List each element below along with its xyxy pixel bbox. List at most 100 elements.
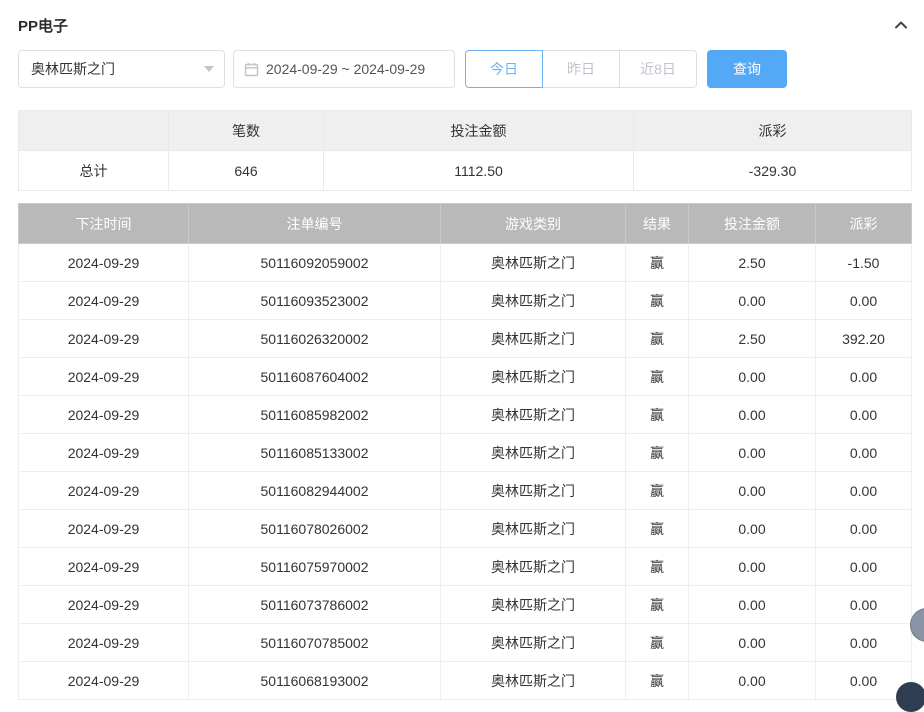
result-cell: 赢 <box>625 433 689 472</box>
game-type-cell: 奥林匹斯之门 <box>440 433 626 472</box>
game-type-cell: 奥林匹斯之门 <box>440 585 626 624</box>
bet-amount-cell: 0.00 <box>688 585 816 624</box>
bet-time-cell: 2024-09-29 <box>18 585 189 624</box>
quick-button-last8days[interactable]: 近8日 <box>619 50 697 88</box>
table-row: 2024-09-29 50116073786002 奥林匹斯之门赢 0.00 0.00 <box>18 585 912 624</box>
bet-table-body: 2024-09-29 50116092059002 奥林匹斯之门赢 2.50 -1.50… <box>18 243 912 700</box>
bet-records-table: 下注时间 注单编号 游戏类别 结果 投注金额 派彩 2024-09-29 5011… <box>18 203 912 700</box>
table-row: 2024-09-29 50116085982002 奥林匹斯之门赢 0.00 0.00 <box>18 395 912 434</box>
bet-time-cell: 2024-09-29 <box>18 281 189 320</box>
bet-time-cell: 2024-09-29 <box>18 243 189 282</box>
summary-total-label: 总计 <box>18 150 169 191</box>
summary-count-value: 646 <box>168 150 324 191</box>
chevron-down-icon <box>204 66 214 72</box>
table-row: 2024-09-29 50116078026002 奥林匹斯之门赢 0.00 0.00 <box>18 509 912 548</box>
summary-total-row: 总计 646 1112.50 -329.30 <box>18 150 912 191</box>
quick-button-today[interactable]: 今日 <box>465 50 543 88</box>
table-row: 2024-09-29 50116070785002 奥林匹斯之门赢 0.00 0.00 <box>18 623 912 662</box>
order-no-cell: 50116085982002 <box>188 395 441 434</box>
summary-header-row: 笔数 投注金额 派彩 <box>18 110 912 151</box>
bet-time-cell: 2024-09-29 <box>18 547 189 586</box>
bet-amount-cell: 2.50 <box>688 319 816 358</box>
table-header-row: 下注时间 注单编号 游戏类别 结果 投注金额 派彩 <box>18 203 912 244</box>
header-bet-amount: 投注金额 <box>688 203 816 244</box>
summary-header-payout: 派彩 <box>633 110 912 151</box>
bet-amount-cell: 0.00 <box>688 471 816 510</box>
order-no-cell: 50116026320002 <box>188 319 441 358</box>
bet-time-cell: 2024-09-29 <box>18 357 189 396</box>
order-no-cell: 50116085133002 <box>188 433 441 472</box>
bet-amount-cell: 0.00 <box>688 433 816 472</box>
bet-amount-cell: 2.50 <box>688 243 816 282</box>
payout-cell: 0.00 <box>815 395 912 434</box>
result-cell: 赢 <box>625 547 689 586</box>
game-type-cell: 奥林匹斯之门 <box>440 471 626 510</box>
game-type-cell: 奥林匹斯之门 <box>440 623 626 662</box>
game-select[interactable]: 奥林匹斯之门 <box>18 50 225 88</box>
game-type-cell: 奥林匹斯之门 <box>440 357 626 396</box>
game-type-cell: 奥林匹斯之门 <box>440 281 626 320</box>
table-row: 2024-09-29 50116093523002 奥林匹斯之门赢 0.00 0.00 <box>18 281 912 320</box>
date-range-picker[interactable]: 2024-09-29 ~ 2024-09-29 <box>233 50 455 88</box>
result-cell: 赢 <box>625 357 689 396</box>
payout-cell: 0.00 <box>815 281 912 320</box>
game-type-cell: 奥林匹斯之门 <box>440 509 626 548</box>
table-row: 2024-09-29 50116068193002 奥林匹斯之门赢 0.00 0.00 <box>18 661 912 700</box>
table-row: 2024-09-29 50116082944002 奥林匹斯之门赢 0.00 0.00 <box>18 471 912 510</box>
result-cell: 赢 <box>625 471 689 510</box>
game-type-cell: 奥林匹斯之门 <box>440 395 626 434</box>
result-cell: 赢 <box>625 243 689 282</box>
page-root: PP电子 奥林匹斯之门 2024-09-29 ~ 2024-09-29 今日 昨… <box>0 0 924 700</box>
order-no-cell: 50116093523002 <box>188 281 441 320</box>
payout-cell: 0.00 <box>815 433 912 472</box>
order-no-cell: 50116082944002 <box>188 471 441 510</box>
header-bet-time: 下注时间 <box>18 203 189 244</box>
table-row: 2024-09-29 50116075970002 奥林匹斯之门赢 0.00 0.00 <box>18 547 912 586</box>
payout-cell: 0.00 <box>815 547 912 586</box>
result-cell: 赢 <box>625 281 689 320</box>
payout-cell: 0.00 <box>815 471 912 510</box>
summary-header-empty <box>18 110 169 151</box>
query-button[interactable]: 查询 <box>707 50 787 88</box>
result-cell: 赢 <box>625 319 689 358</box>
result-cell: 赢 <box>625 623 689 662</box>
summary-payout: -329.30 <box>633 150 912 191</box>
filter-bar: 奥林匹斯之门 2024-09-29 ~ 2024-09-29 今日 昨日 近8日… <box>18 50 911 88</box>
quick-range-group: 今日 昨日 近8日 <box>465 50 697 88</box>
result-cell: 赢 <box>625 661 689 700</box>
header-payout: 派彩 <box>815 203 912 244</box>
header-result: 结果 <box>625 203 689 244</box>
quick-button-yesterday[interactable]: 昨日 <box>542 50 620 88</box>
floating-corner-button[interactable] <box>896 682 924 712</box>
page-title: PP电子 <box>18 17 69 35</box>
order-no-cell: 50116092059002 <box>188 243 441 282</box>
header-game-type: 游戏类别 <box>440 203 626 244</box>
bet-time-cell: 2024-09-29 <box>18 661 189 700</box>
game-select-value: 奥林匹斯之门 <box>31 61 115 77</box>
payout-cell: 0.00 <box>815 509 912 548</box>
date-range-value: 2024-09-29 ~ 2024-09-29 <box>266 61 426 77</box>
summary-header-count: 笔数 <box>168 110 324 151</box>
order-no-cell: 50116070785002 <box>188 623 441 662</box>
order-no-cell: 50116073786002 <box>188 585 441 624</box>
payout-cell: 392.20 <box>815 319 912 358</box>
collapse-chevron-up-icon[interactable] <box>891 15 911 35</box>
calendar-icon <box>244 62 259 77</box>
order-no-cell: 50116068193002 <box>188 661 441 700</box>
bet-amount-cell: 0.00 <box>688 547 816 586</box>
header-order-no: 注单编号 <box>188 203 441 244</box>
bet-amount-cell: 0.00 <box>688 357 816 396</box>
section-header: PP电子 <box>18 12 911 38</box>
result-cell: 赢 <box>625 395 689 434</box>
game-type-cell: 奥林匹斯之门 <box>440 319 626 358</box>
result-cell: 赢 <box>625 509 689 548</box>
summary-bet-amount-value: 1112.50 <box>323 150 634 191</box>
bet-time-cell: 2024-09-29 <box>18 509 189 548</box>
summary-header-bet-amount: 投注金额 <box>323 110 634 151</box>
table-row: 2024-09-29 50116085133002 奥林匹斯之门赢 0.00 0.00 <box>18 433 912 472</box>
bet-amount-cell: 0.00 <box>688 509 816 548</box>
bet-time-cell: 2024-09-29 <box>18 433 189 472</box>
bet-time-cell: 2024-09-29 <box>18 471 189 510</box>
order-no-cell: 50116078026002 <box>188 509 441 548</box>
table-row: 2024-09-29 50116087604002 奥林匹斯之门赢 0.00 0.00 <box>18 357 912 396</box>
